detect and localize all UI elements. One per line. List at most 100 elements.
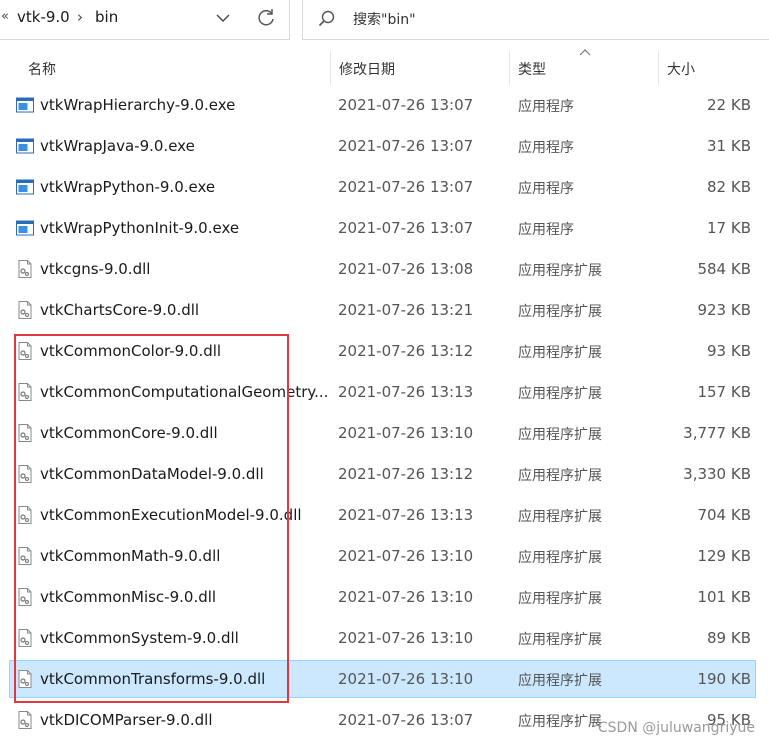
watermark: CSDN @juluwangriyue (597, 720, 755, 736)
column-type-label: 类型 (518, 62, 546, 78)
file-type: 应用程序扩展 (518, 386, 602, 402)
file-type: 应用程序扩展 (518, 345, 602, 361)
overflow-chevron-icon[interactable]: « (1, 9, 9, 24)
file-type: 应用程序扩展 (518, 263, 602, 279)
file-type: 应用程序扩展 (518, 714, 602, 730)
refresh-icon[interactable] (255, 7, 277, 29)
file-row[interactable]: vtkCommonColor-9.0.dll 2021-07-26 13:12 应用… (0, 331, 769, 372)
file-type: 应用程序 (518, 99, 574, 115)
exe-icon (15, 136, 35, 156)
file-size: 31 KB (707, 137, 751, 155)
file-type: 应用程序扩展 (518, 673, 602, 689)
dll-icon (15, 464, 35, 484)
file-type: 应用程序扩展 (518, 509, 602, 525)
file-row[interactable]: vtkChartsCore-9.0.dll 2021-07-26 13:21 应用程… (0, 290, 769, 331)
file-name[interactable]: vtkCommonDataModel-9.0.dll (40, 465, 264, 483)
file-row[interactable]: vtkWrapPython-9.0.exe 2021-07-26 13:07 应用程… (0, 167, 769, 208)
file-list: vtkWrapHierarchy-9.0.exe 2021-07-26 13:07… (0, 85, 769, 741)
file-size: 129 KB (697, 547, 751, 565)
file-type: 应用程序 (518, 181, 574, 197)
file-name[interactable]: vtkCommonExecutionModel-9.0.dll (40, 506, 302, 524)
file-date: 2021-07-26 13:13 (338, 383, 474, 401)
dll-icon (15, 505, 35, 525)
file-row[interactable]: vtkCommonSystem-9.0.dll 2021-07-26 13:10 应… (0, 618, 769, 659)
exe-icon (15, 177, 35, 197)
file-name[interactable]: vtkcgns-9.0.dll (40, 260, 150, 278)
exe-icon (15, 218, 35, 238)
file-name[interactable]: vtkWrapHierarchy-9.0.exe (40, 96, 235, 114)
dll-icon (15, 341, 35, 361)
file-type: 应用程序 (518, 222, 574, 238)
file-row[interactable]: vtkCommonExecutionModel-9.0.dll 2021-07-2… (0, 495, 769, 536)
file-date: 2021-07-26 13:13 (338, 506, 474, 524)
file-size: 157 KB (697, 383, 751, 401)
sort-ascending-icon (579, 49, 591, 56)
file-date: 2021-07-26 13:10 (338, 670, 474, 688)
file-type: 应用程序扩展 (518, 427, 602, 443)
breadcrumb-separator-icon[interactable]: › (77, 8, 83, 26)
file-row[interactable]: vtkCommonMath-9.0.dll 2021-07-26 13:10 应用程… (0, 536, 769, 577)
file-row[interactable]: vtkCommonCore-9.0.dll 2021-07-26 13:10 应用程… (0, 413, 769, 454)
column-name-label: 名称 (28, 62, 56, 78)
file-date: 2021-07-26 13:10 (338, 629, 474, 647)
dll-icon (15, 628, 35, 648)
file-name[interactable]: vtkWrapJava-9.0.exe (40, 137, 195, 155)
file-name[interactable]: vtkCommonTransforms-9.0.dll (40, 670, 265, 688)
file-size: 190 KB (697, 670, 751, 688)
file-date: 2021-07-26 13:07 (338, 219, 474, 237)
breadcrumb-bin[interactable]: bin (95, 8, 118, 26)
file-name[interactable]: vtkWrapPython-9.0.exe (40, 178, 215, 196)
column-date-label: 修改日期 (339, 62, 395, 78)
file-row[interactable]: vtkWrapHierarchy-9.0.exe 2021-07-26 13:07… (0, 85, 769, 126)
file-row[interactable]: vtkCommonTransforms-9.0.dll 2021-07-26 13… (0, 659, 769, 700)
file-size: 82 KB (707, 178, 751, 196)
file-name[interactable]: vtkDICOMParser-9.0.dll (40, 711, 213, 729)
file-size: 89 KB (707, 629, 751, 647)
column-header-date[interactable]: 修改日期 (331, 41, 509, 87)
file-date: 2021-07-26 13:12 (338, 465, 474, 483)
chevron-down-icon[interactable] (213, 8, 233, 28)
breadcrumb-vtk[interactable]: vtk-9.0 (17, 8, 70, 26)
file-date: 2021-07-26 13:07 (338, 96, 474, 114)
file-name[interactable]: vtkChartsCore-9.0.dll (40, 301, 199, 319)
file-name[interactable]: vtkCommonComputationalGeometry... (40, 383, 328, 401)
address-bar[interactable]: « vtk-9.0 › bin (0, 0, 290, 40)
exe-icon (15, 95, 35, 115)
file-name[interactable]: vtkCommonColor-9.0.dll (40, 342, 221, 360)
dll-icon (15, 669, 35, 689)
file-date: 2021-07-26 13:07 (338, 711, 474, 729)
file-type: 应用程序扩展 (518, 591, 602, 607)
file-row[interactable]: vtkCommonComputationalGeometry... 2021-07… (0, 372, 769, 413)
column-header-size[interactable]: 大小 (659, 41, 769, 87)
file-type: 应用程序扩展 (518, 468, 602, 484)
toolbar: « vtk-9.0 › bin 搜索"bin" (0, 0, 769, 41)
file-row[interactable]: vtkCommonMisc-9.0.dll 2021-07-26 13:10 应用程… (0, 577, 769, 618)
file-row[interactable]: vtkCommonDataModel-9.0.dll 2021-07-26 13:… (0, 454, 769, 495)
dll-icon (15, 382, 35, 402)
dll-icon (15, 710, 35, 730)
file-date: 2021-07-26 13:07 (338, 178, 474, 196)
file-size: 923 KB (697, 301, 751, 319)
file-size: 101 KB (697, 588, 751, 606)
column-header: 名称 修改日期 类型 大小 (0, 41, 769, 87)
file-name[interactable]: vtkCommonMisc-9.0.dll (40, 588, 216, 606)
file-name[interactable]: vtkCommonMath-9.0.dll (40, 547, 220, 565)
file-row[interactable]: vtkcgns-9.0.dll 2021-07-26 13:08 应用程序扩展 584… (0, 249, 769, 290)
file-name[interactable]: vtkCommonCore-9.0.dll (40, 424, 218, 442)
file-row[interactable]: vtkWrapPythonInit-9.0.exe 2021-07-26 13:0… (0, 208, 769, 249)
search-box[interactable]: 搜索"bin" (302, 0, 769, 40)
file-name[interactable]: vtkWrapPythonInit-9.0.exe (40, 219, 239, 237)
column-header-name[interactable]: 名称 (0, 41, 330, 87)
file-size: 17 KB (707, 219, 751, 237)
file-size: 3,777 KB (683, 424, 751, 442)
file-size: 584 KB (697, 260, 751, 278)
search-icon (318, 10, 335, 27)
column-size-label: 大小 (667, 62, 695, 78)
search-input[interactable]: 搜索"bin" (353, 9, 416, 29)
dll-icon (15, 587, 35, 607)
file-size: 93 KB (707, 342, 751, 360)
file-name[interactable]: vtkCommonSystem-9.0.dll (40, 629, 239, 647)
file-date: 2021-07-26 13:10 (338, 547, 474, 565)
file-size: 704 KB (697, 506, 751, 524)
file-row[interactable]: vtkWrapJava-9.0.exe 2021-07-26 13:07 应用程序 3… (0, 126, 769, 167)
